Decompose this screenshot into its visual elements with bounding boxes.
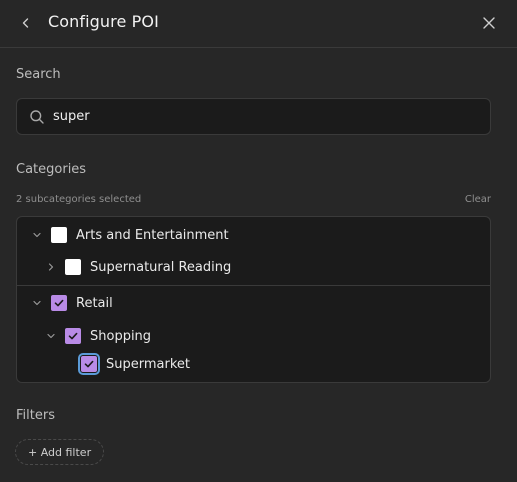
checkbox-retail[interactable]: [51, 295, 67, 311]
chevron-down-icon[interactable]: [31, 229, 43, 241]
search-label: Search: [16, 67, 61, 82]
tree-item-label: Retail: [76, 295, 113, 311]
tree-item-label: Supermarket: [106, 356, 190, 372]
back-button[interactable]: [16, 13, 36, 33]
search-field[interactable]: [16, 98, 491, 135]
checkbox-arts-entertainment[interactable]: [51, 227, 67, 243]
check-icon: [68, 332, 78, 340]
close-icon: [483, 17, 495, 29]
tree-item-supernatural-reading: Supernatural Reading: [45, 257, 231, 277]
add-filter-button[interactable]: + Add filter: [15, 439, 105, 465]
close-button[interactable]: [479, 13, 499, 33]
checkbox-supernatural-reading[interactable]: [65, 259, 81, 275]
selected-count: 2 subcategories selected: [16, 194, 142, 205]
chevron-down-icon[interactable]: [31, 297, 43, 309]
chevron-down-icon[interactable]: [45, 330, 57, 342]
tree-item-supermarket: Supermarket: [73, 353, 190, 375]
filters-label: Filters: [16, 408, 55, 423]
tree-item-retail: Retail: [31, 293, 113, 313]
category-tree: Arts and Entertainment Supernatural Read…: [16, 216, 491, 383]
search-input[interactable]: [53, 99, 473, 134]
checkbox-shopping[interactable]: [65, 328, 81, 344]
check-icon: [84, 360, 94, 368]
dialog-title: Configure POI: [48, 12, 159, 31]
categories-meta: 2 subcategories selected Clear: [16, 194, 491, 205]
chevron-right-icon[interactable]: [45, 261, 57, 273]
tree-divider: [17, 285, 490, 286]
checkbox-supermarket[interactable]: [78, 353, 100, 375]
dialog-header: Configure POI: [0, 0, 517, 48]
tree-item-label: Shopping: [90, 328, 152, 344]
chevron-left-icon: [22, 18, 29, 28]
clear-button[interactable]: Clear: [465, 194, 491, 205]
tree-item-arts-entertainment: Arts and Entertainment: [31, 225, 229, 245]
categories-label: Categories: [16, 162, 87, 177]
tree-item-shopping: Shopping: [45, 326, 151, 346]
tree-item-label: Supernatural Reading: [90, 259, 232, 275]
tree-item-label: Arts and Entertainment: [76, 227, 229, 243]
search-icon: [30, 110, 44, 124]
check-icon: [54, 299, 64, 307]
